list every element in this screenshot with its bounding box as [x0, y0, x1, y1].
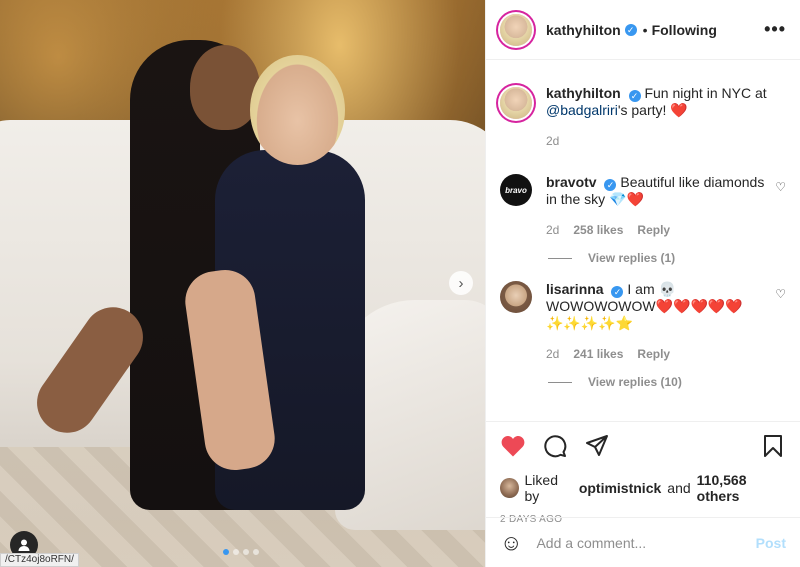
browser-status-url: /CTz4oj8oRFN/: [0, 553, 79, 567]
carousel-dot: [243, 549, 249, 555]
caption-meta: 2d: [546, 133, 772, 150]
caption-author-avatar[interactable]: [500, 87, 532, 119]
like-button[interactable]: [500, 433, 526, 459]
liker-avatar[interactable]: [500, 478, 519, 498]
carousel-dots: [223, 549, 259, 555]
post-actions: Liked by optimistnick and 110,568 others…: [486, 421, 800, 525]
comment-item: bravo bravotv ✓ Beautiful like diamonds …: [500, 174, 786, 239]
liker-username[interactable]: optimistnick: [579, 480, 661, 496]
photo-person-right-head: [250, 55, 345, 165]
comment-like-heart-icon[interactable]: ♡: [775, 287, 786, 301]
likes-and: and: [667, 480, 691, 496]
author-username[interactable]: kathyhilton: [546, 22, 621, 38]
following-button[interactable]: Following: [652, 22, 717, 38]
comment-time[interactable]: 2d: [546, 222, 559, 239]
comment-likes[interactable]: 241 likes: [573, 346, 623, 363]
verified-badge-icon: ✓: [604, 179, 617, 191]
carousel-dot: [233, 549, 239, 555]
comment-bubble-icon: [544, 435, 567, 458]
verified-badge-icon: ✓: [624, 23, 637, 36]
caption: kathyhilton ✓ Fun night in NYC at @badga…: [500, 85, 786, 150]
divider-line: [548, 381, 572, 383]
comments-section: kathyhilton ✓ Fun night in NYC at @badga…: [486, 61, 800, 421]
likes-prefix: Liked by: [524, 472, 558, 504]
caption-mention-link[interactable]: @badgalriri: [546, 102, 618, 118]
view-replies-label: View replies (10): [588, 375, 682, 389]
comment-username[interactable]: lisarinna: [546, 281, 604, 297]
separator-dot: •: [642, 21, 648, 38]
post-photo[interactable]: › /CTz4oj8oRFN/: [0, 0, 485, 567]
comment-like-heart-icon[interactable]: ♡: [775, 180, 786, 194]
emoji-picker-icon[interactable]: ☺: [500, 530, 522, 556]
view-replies-button[interactable]: View replies (10): [548, 375, 786, 389]
comment-body: lisarinna ✓ I am 💀 WOWOWOWOW❤️❤️❤️❤️❤️ ✨…: [546, 281, 786, 363]
send-paper-plane-icon: [586, 435, 608, 456]
divider-line: [548, 257, 572, 259]
comment-time[interactable]: 2d: [546, 346, 559, 363]
caption-text-end: 's party! ❤️: [617, 102, 688, 118]
save-button[interactable]: [760, 433, 786, 459]
instagram-post-modal: › /CTz4oj8oRFN/ kathyhilton ✓ • Followin…: [0, 0, 800, 567]
caption-body: kathyhilton ✓ Fun night in NYC at @badga…: [546, 85, 786, 150]
view-replies-button[interactable]: View replies (1): [548, 251, 786, 265]
carousel-dot: [223, 549, 229, 555]
bookmark-icon: [764, 435, 782, 457]
comment-input[interactable]: Add a comment...: [536, 535, 741, 551]
comment-avatar[interactable]: [500, 281, 532, 313]
comment-body: bravotv ✓ Beautiful like diamonds in the…: [546, 174, 786, 239]
post-header: kathyhilton ✓ • Following •••: [486, 0, 800, 60]
share-button[interactable]: [584, 433, 610, 459]
verified-badge-icon: ✓: [628, 90, 641, 102]
likes-summary: Liked by optimistnick and 110,568 others: [500, 472, 786, 504]
comment-button[interactable]: [542, 433, 568, 459]
post-comment-button[interactable]: Post: [756, 535, 786, 551]
person-icon: [18, 539, 30, 551]
more-options-icon[interactable]: •••: [764, 19, 786, 40]
caption-username[interactable]: kathyhilton: [546, 85, 621, 101]
comment-reply-button[interactable]: Reply: [637, 222, 670, 239]
action-icons-row: [500, 432, 786, 460]
carousel-dot: [253, 549, 259, 555]
comment-reply-button[interactable]: Reply: [637, 346, 670, 363]
caption-time[interactable]: 2d: [546, 133, 559, 150]
carousel-next-button[interactable]: ›: [449, 271, 473, 295]
comment-item: lisarinna ✓ I am 💀 WOWOWOWOW❤️❤️❤️❤️❤️ ✨…: [500, 281, 786, 363]
caption-text: Fun night in NYC at: [644, 85, 767, 101]
author-avatar[interactable]: [500, 13, 532, 46]
post-side-panel: kathyhilton ✓ • Following ••• kathyhilto…: [485, 0, 800, 567]
verified-badge-icon: ✓: [611, 286, 624, 298]
comment-username[interactable]: bravotv: [546, 174, 597, 190]
comment-likes[interactable]: 258 likes: [573, 222, 623, 239]
comment-meta: 2d 241 likes Reply: [546, 346, 772, 363]
comment-meta: 2d 258 likes Reply: [546, 222, 772, 239]
view-replies-label: View replies (1): [588, 251, 676, 265]
chevron-right-icon: ›: [458, 274, 464, 292]
heart-filled-icon: [501, 435, 525, 457]
likes-count[interactable]: 110,568 others: [697, 472, 786, 504]
comment-avatar[interactable]: bravo: [500, 174, 532, 206]
add-comment-bar: ☺ Add a comment... Post: [486, 517, 800, 567]
